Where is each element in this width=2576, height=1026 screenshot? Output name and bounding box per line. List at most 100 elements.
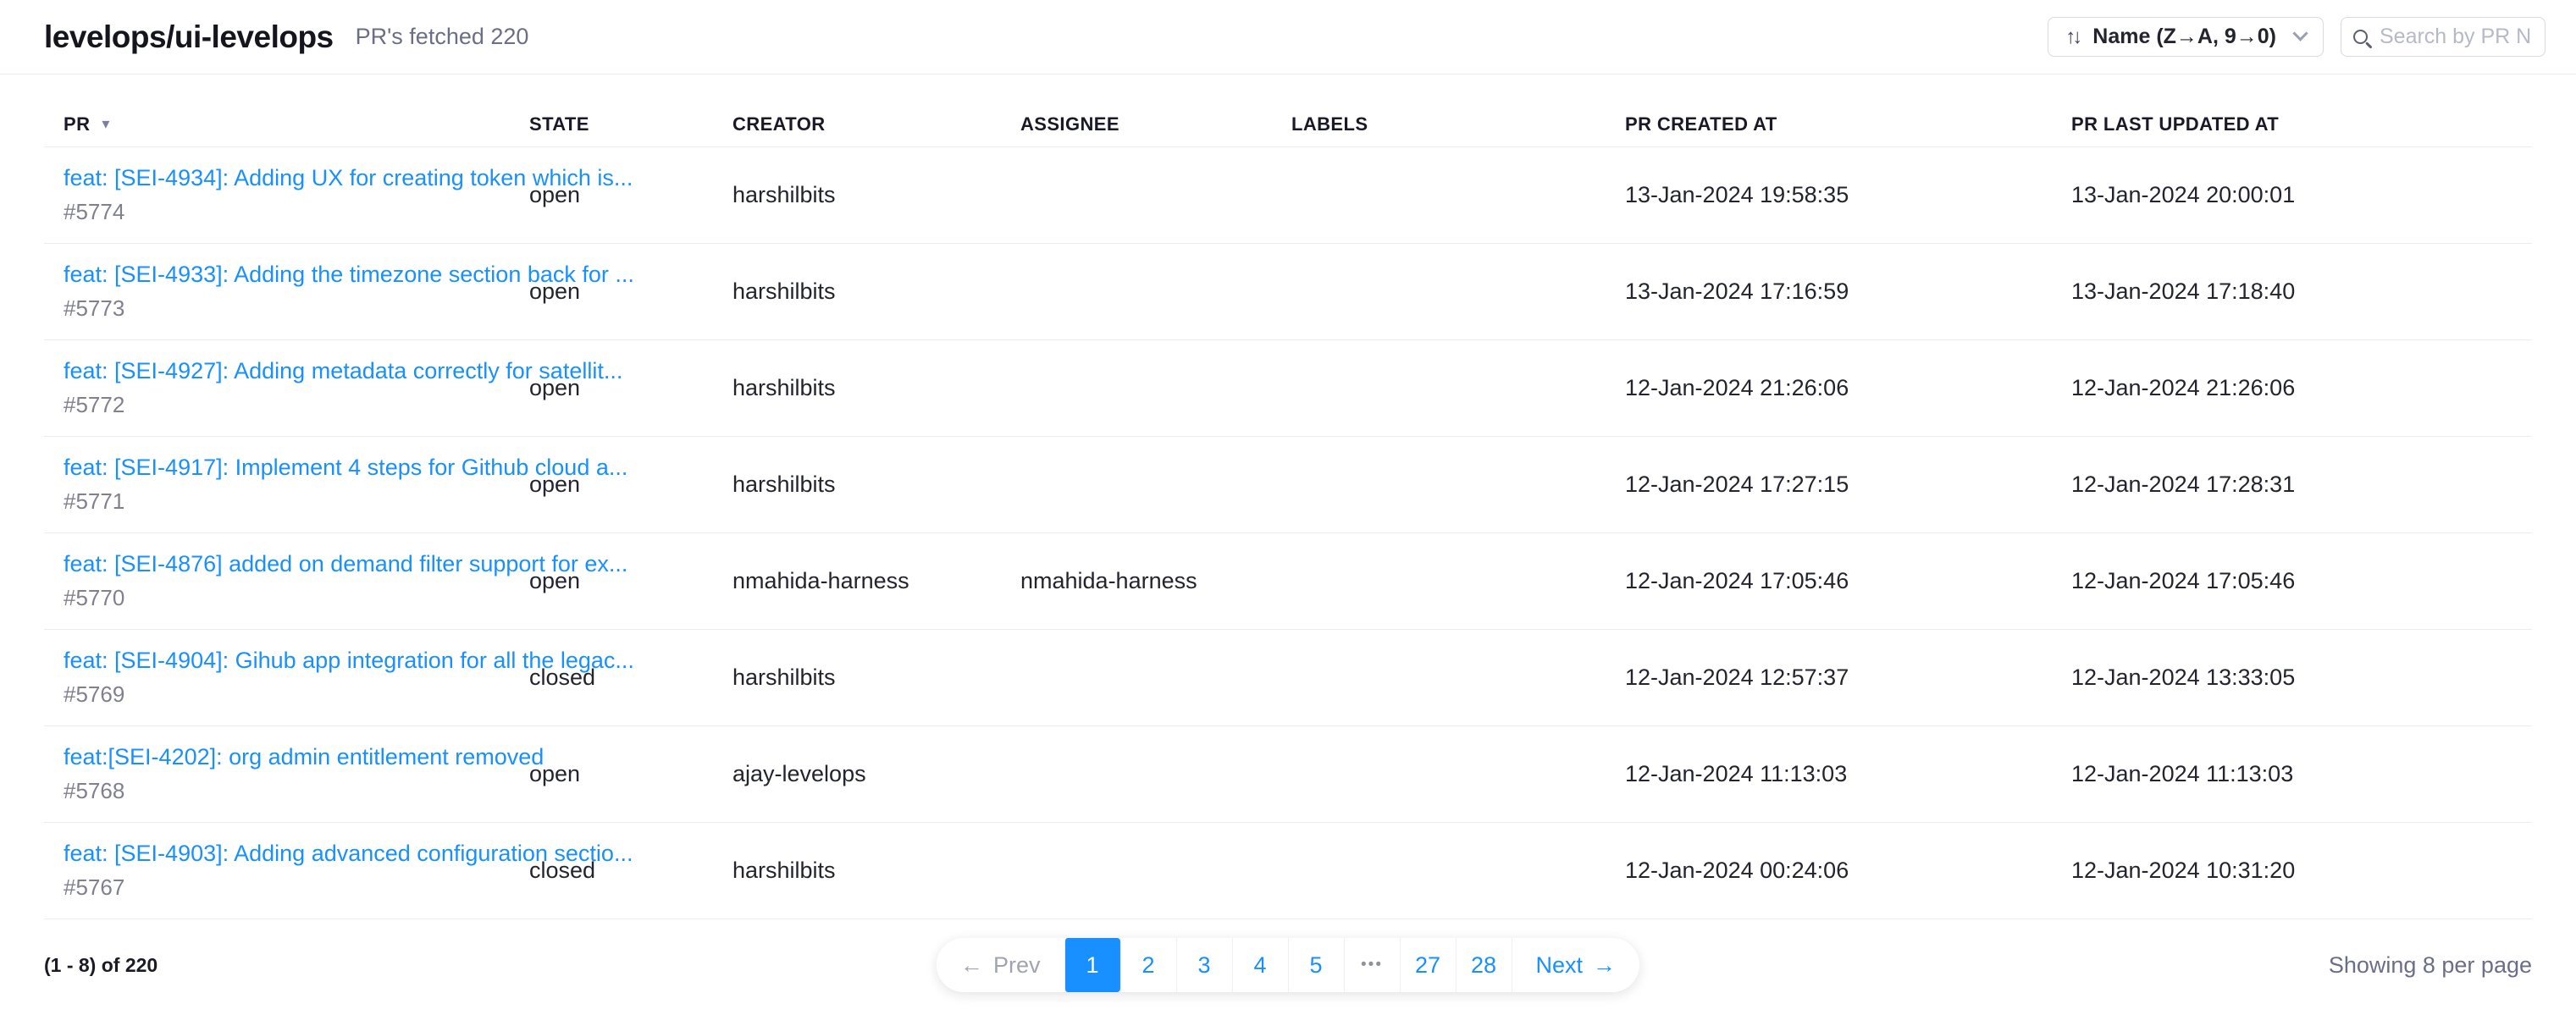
pr-created-at: 13-Jan-2024 19:58:35 (1625, 182, 2071, 208)
pagination-page-1[interactable]: 1 (1064, 938, 1120, 992)
search-container (2341, 17, 2546, 57)
pr-cell: feat: [SEI-4904]: Gihub app integration … (64, 648, 529, 708)
pr-title-link[interactable]: feat: [SEI-4904]: Gihub app integration … (64, 648, 529, 674)
next-label: Next (1536, 952, 1584, 979)
column-header-pr[interactable]: PR ▾ (64, 113, 529, 135)
pr-number: #5767 (64, 874, 529, 901)
pr-state: open (529, 279, 732, 305)
pr-updated-at: 12-Jan-2024 21:26:06 (2071, 375, 2512, 401)
pr-cell: feat: [SEI-4933]: Adding the timezone se… (64, 262, 529, 322)
table-row: feat: [SEI-4917]: Implement 4 steps for … (44, 437, 2532, 533)
sort-desc-icon: ▾ (102, 115, 109, 132)
pr-table: PR▾ STATE CREATOR ASSIGNEE LABELS PR CRE… (44, 102, 2532, 919)
pagination: ← Prev 12345•••2728 Next → (937, 938, 1639, 992)
pr-cell: feat: [SEI-4903]: Adding advanced config… (64, 841, 529, 901)
pr-state: open (529, 761, 732, 787)
header-controls: ↑↓ Name (Z→A, 9→0) (2048, 17, 2546, 57)
pr-creator: harshilbits (732, 472, 1020, 498)
column-header-labels: LABELS (1291, 113, 1625, 135)
table-row: feat: [SEI-4904]: Gihub app integration … (44, 630, 2532, 726)
pr-title-link[interactable]: feat: [SEI-4876] added on demand filter … (64, 551, 529, 577)
table-row: feat: [SEI-4933]: Adding the timezone se… (44, 244, 2532, 340)
column-header-created-at: PR CREATED AT (1625, 113, 2071, 135)
pagination-page-4[interactable]: 4 (1232, 938, 1288, 992)
pr-updated-at: 12-Jan-2024 17:28:31 (2071, 472, 2512, 498)
pr-updated-at: 13-Jan-2024 17:18:40 (2071, 279, 2512, 305)
prev-label: Prev (993, 952, 1041, 979)
page-title: levelops/ui-levelops (44, 19, 334, 55)
left-arrow-icon: ← (960, 952, 983, 979)
pr-created-at: 12-Jan-2024 21:26:06 (1625, 375, 2071, 401)
pr-created-at: 12-Jan-2024 12:57:37 (1625, 665, 2071, 691)
pr-title-link[interactable]: feat: [SEI-4927]: Adding metadata correc… (64, 358, 529, 384)
pagination-page-2[interactable]: 2 (1120, 938, 1176, 992)
pr-number: #5772 (64, 392, 529, 418)
table-row: feat: [SEI-4876] added on demand filter … (44, 533, 2532, 630)
pr-created-at: 12-Jan-2024 17:05:46 (1625, 568, 2071, 594)
pr-created-at: 12-Jan-2024 17:27:15 (1625, 472, 2071, 498)
pr-state: open (529, 568, 732, 594)
pr-updated-at: 12-Jan-2024 17:05:46 (2071, 568, 2512, 594)
pr-updated-at: 13-Jan-2024 20:00:01 (2071, 182, 2512, 208)
pr-creator: harshilbits (732, 375, 1020, 401)
pr-cell: feat: [SEI-4876] added on demand filter … (64, 551, 529, 611)
pr-cell: feat: [SEI-4927]: Adding metadata correc… (64, 358, 529, 418)
pr-created-at: 13-Jan-2024 17:16:59 (1625, 279, 2071, 305)
prs-fetched-count: PR's fetched 220 (356, 24, 529, 50)
pr-title-link[interactable]: feat: [SEI-4933]: Adding the timezone se… (64, 262, 529, 288)
table-row: feat:[SEI-4202]: org admin entitlement r… (44, 726, 2532, 823)
pagination-next-button[interactable]: Next → (1512, 938, 1640, 992)
pagination-ellipsis[interactable]: ••• (1344, 938, 1400, 992)
pr-title-link[interactable]: feat: [SEI-4917]: Implement 4 steps for … (64, 455, 529, 481)
pr-created-at: 12-Jan-2024 00:24:06 (1625, 858, 2071, 884)
pr-state: closed (529, 665, 732, 691)
sort-arrows-icon: ↑↓ (2065, 25, 2079, 49)
pr-state: open (529, 182, 732, 208)
table-row: feat: [SEI-4927]: Adding metadata correc… (44, 340, 2532, 437)
pr-assignee: nmahida-harness (1020, 568, 1291, 594)
sort-dropdown[interactable]: ↑↓ Name (Z→A, 9→0) (2048, 17, 2324, 57)
pr-cell: feat: [SEI-4917]: Implement 4 steps for … (64, 455, 529, 515)
pagination-page-5[interactable]: 5 (1288, 938, 1344, 992)
pr-number: #5769 (64, 681, 529, 708)
pr-updated-at: 12-Jan-2024 13:33:05 (2071, 665, 2512, 691)
column-header-creator: CREATOR (732, 113, 1020, 135)
pr-number: #5773 (64, 295, 529, 322)
pagination-page-27[interactable]: 27 (1400, 938, 1456, 992)
pr-title-link[interactable]: feat: [SEI-4903]: Adding advanced config… (64, 841, 529, 867)
table-body: feat: [SEI-4934]: Adding UX for creating… (44, 147, 2532, 919)
column-header-pr-label: PR (64, 113, 90, 135)
pr-number: #5770 (64, 585, 529, 611)
pr-creator: nmahida-harness (732, 568, 1020, 594)
search-input[interactable] (2378, 24, 2533, 50)
pr-number: #5774 (64, 199, 529, 225)
pr-created-at: 12-Jan-2024 11:13:03 (1625, 761, 2071, 787)
pr-state: open (529, 472, 732, 498)
pagination-page-3[interactable]: 3 (1176, 938, 1232, 992)
pr-creator: harshilbits (732, 182, 1020, 208)
pr-title-link[interactable]: feat:[SEI-4202]: org admin entitlement r… (64, 744, 529, 770)
pr-creator: harshilbits (732, 665, 1020, 691)
table-header-row: PR▾ STATE CREATOR ASSIGNEE LABELS PR CRE… (44, 102, 2532, 147)
pr-number: #5768 (64, 778, 529, 804)
pagination-range-text: (1 - 8) of 220 (44, 954, 158, 977)
right-arrow-icon: → (1593, 952, 1616, 979)
per-page-text: Showing 8 per page (2329, 952, 2532, 979)
pr-title-link[interactable]: feat: [SEI-4934]: Adding UX for creating… (64, 165, 529, 191)
search-icon (2353, 30, 2368, 44)
pr-updated-at: 12-Jan-2024 10:31:20 (2071, 858, 2512, 884)
sort-selected-value: Name (Z→A, 9→0) (2092, 25, 2276, 49)
table-row: feat: [SEI-4934]: Adding UX for creating… (44, 147, 2532, 244)
pagination-prev-button[interactable]: ← Prev (937, 938, 1064, 992)
table-footer: (1 - 8) of 220 ← Prev 12345•••2728 Next … (44, 919, 2532, 1011)
pr-creator: harshilbits (732, 279, 1020, 305)
pr-creator: ajay-levelops (732, 761, 1020, 787)
pagination-page-28[interactable]: 28 (1456, 938, 1512, 992)
pr-creator: harshilbits (732, 858, 1020, 884)
table-row: feat: [SEI-4903]: Adding advanced config… (44, 823, 2532, 919)
column-header-state: STATE (529, 113, 732, 135)
chevron-down-icon (2292, 25, 2308, 41)
pr-cell: feat:[SEI-4202]: org admin entitlement r… (64, 744, 529, 804)
pr-updated-at: 12-Jan-2024 11:13:03 (2071, 761, 2512, 787)
pr-cell: feat: [SEI-4934]: Adding UX for creating… (64, 165, 529, 225)
